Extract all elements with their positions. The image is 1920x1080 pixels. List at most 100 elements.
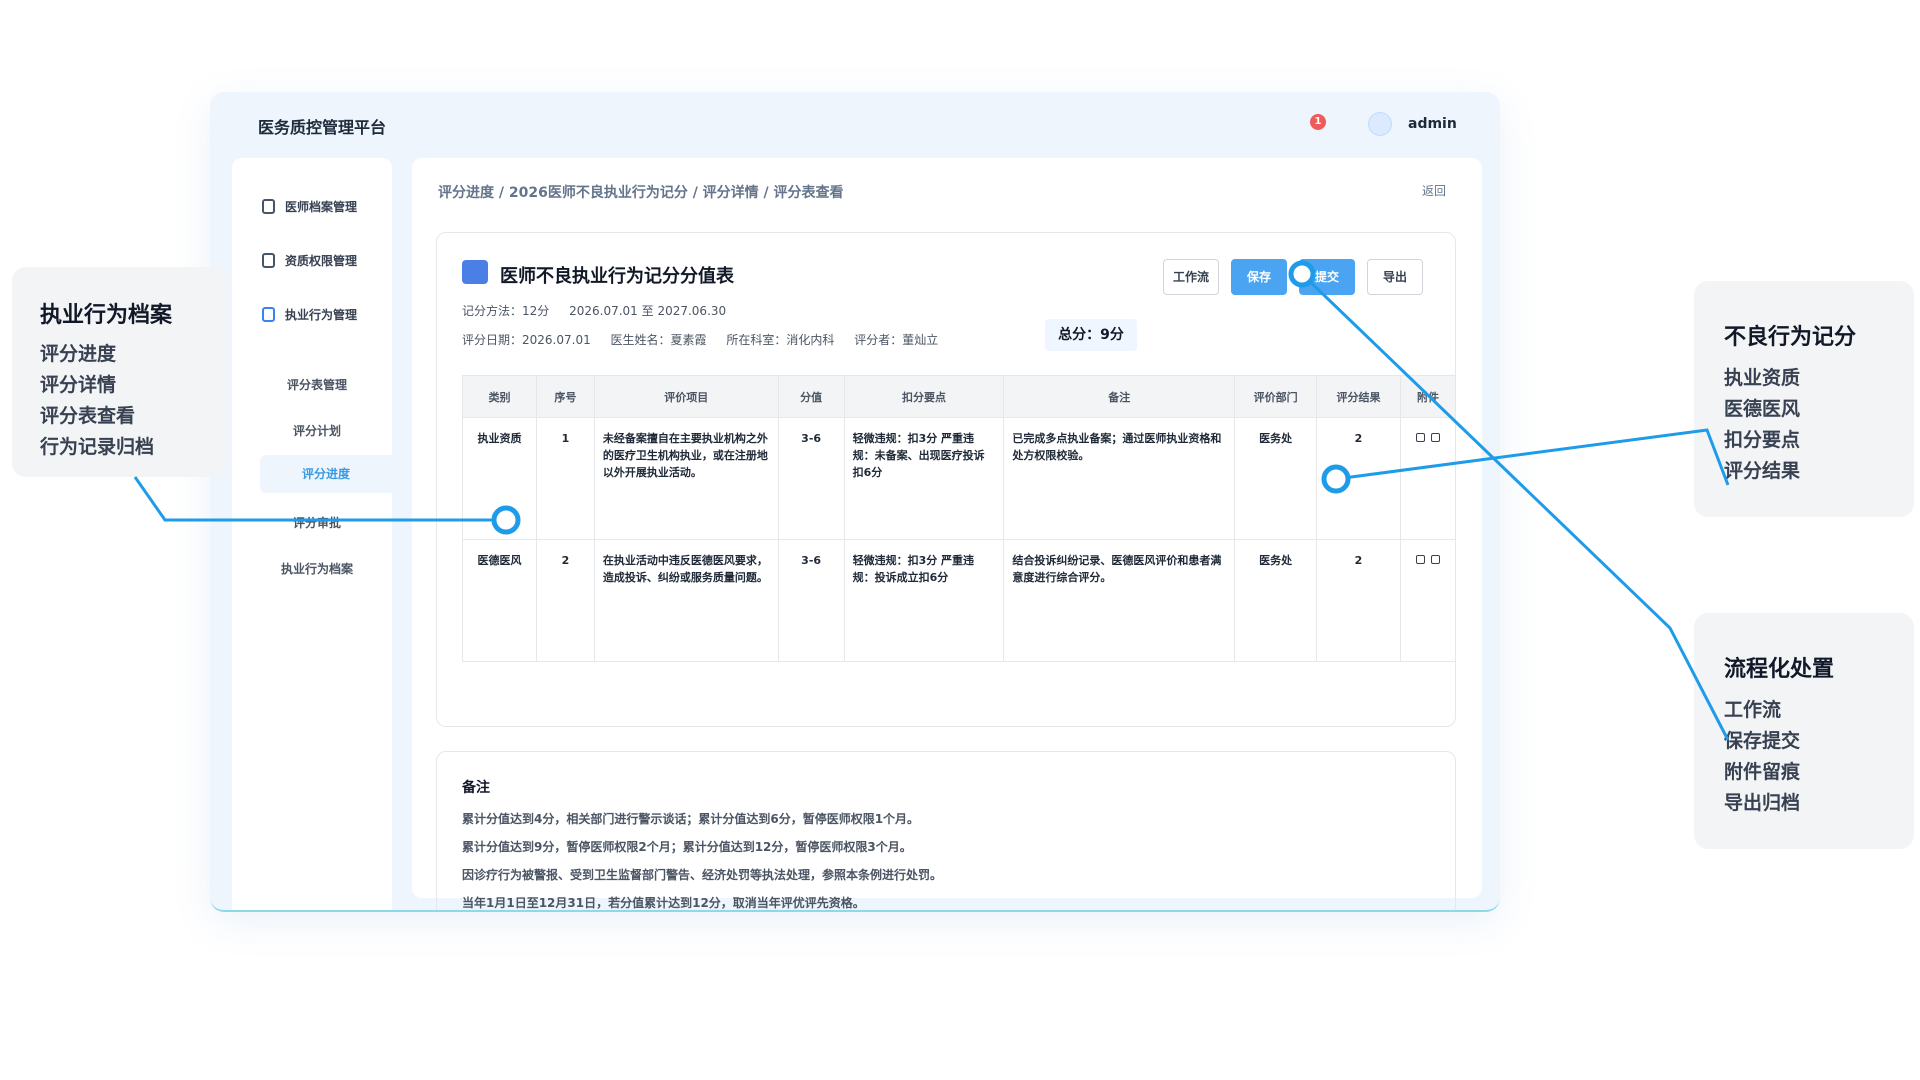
sidebar-subitem-score-tables[interactable]: 评分表管理: [232, 376, 392, 393]
callout-item: 评分结果: [1724, 460, 1801, 482]
cell-item: 未经备案擅自在主要执业机构之外的医疗卫生机构执业，或在注册地以外开展执业活动。: [593, 417, 779, 540]
cell-remark: 已完成多点执业备案；通过医师执业资格和处方权限校验。: [1003, 417, 1236, 540]
column-header: 分值: [777, 375, 845, 418]
cell-dept: 医务处: [1234, 539, 1318, 662]
back-link[interactable]: 返回: [1422, 182, 1446, 199]
callout-item: 执业资质: [1724, 367, 1801, 389]
callout-item: 工作流: [1724, 699, 1782, 721]
callout-items: 执业资质 医德医风 扣分要点 评分结果: [1724, 363, 1800, 487]
cell-result[interactable]: 2: [1316, 417, 1401, 540]
table-header-row: 类别 序号 评价项目 分值 扣分要点 备注 评价部门 评分结果 附件: [462, 375, 1457, 418]
workflow-button[interactable]: 工作流: [1163, 259, 1219, 295]
cell-item: 在执业活动中违反医德医风要求，造成投诉、纠纷或服务质量问题。: [593, 539, 779, 662]
callout-behavior-archive: 执业行为档案 评分进度 评分详情 评分表查看 行为记录归档: [12, 267, 227, 477]
score-table-card: 医师不良执业行为记分分值表 记分方法：12分 2026.07.01 至 2027…: [436, 232, 1457, 727]
score-period: 2026.07.01 至 2027.06.30: [569, 304, 727, 318]
export-button[interactable]: 导出: [1367, 259, 1423, 295]
document-icon: [262, 307, 275, 322]
table-row: 执业资质 1 未经备案擅自在主要执业机构之外的医疗卫生机构执业，或在注册地以外开…: [462, 417, 1457, 540]
score-method: 记分方法：12分 2026.07.01 至 2027.06.30: [462, 302, 742, 319]
callout-title: 执业行为档案: [40, 303, 173, 328]
doctor-name: 医生姓名：夏素霞: [610, 333, 707, 347]
cell-attachment: [1399, 417, 1457, 540]
cell-dept: 医务处: [1234, 417, 1318, 540]
cell-points: 轻微违规：扣3分 严重违规：投诉成立扣6分: [843, 539, 1005, 662]
method-label: 记分方法：12分: [462, 304, 550, 318]
card-title: 医师不良执业行为记分分值表: [500, 266, 734, 287]
app-window: 医务质控管理平台 1 admin 医师档案管理 资质权限管理 执业行为管理 评分…: [210, 92, 1500, 912]
callout-item: 行为记录归档: [40, 436, 155, 458]
callout-item: 评分表查看: [40, 405, 136, 427]
column-header: 扣分要点: [843, 375, 1005, 418]
eval-date: 评分日期：2026.07.01: [462, 333, 591, 347]
cell-attachment: [1399, 539, 1457, 662]
cell-category: 医德医风: [462, 539, 537, 662]
attachment-checkbox[interactable]: [1415, 555, 1425, 564]
column-header: 评分结果: [1316, 375, 1401, 418]
callout-item: 保存提交: [1724, 730, 1801, 752]
avatar[interactable]: [1368, 112, 1392, 136]
cell-score: 3-6: [777, 417, 845, 540]
page: 医务质控管理平台 1 admin 医师档案管理 资质权限管理 执业行为管理 评分…: [0, 0, 1920, 1080]
callout-item: 医德医风: [1724, 398, 1801, 420]
cell-result[interactable]: 2: [1316, 539, 1401, 662]
callout-item: 评分进度: [40, 343, 117, 365]
app-title: 医务质控管理平台: [258, 118, 387, 137]
department: 所在科室：消化内科: [726, 333, 835, 347]
sidebar-item-qualification[interactable]: 资质权限管理: [262, 252, 357, 269]
sidebar-item-practice-behavior[interactable]: 执业行为管理: [262, 306, 357, 323]
attachment-checkbox[interactable]: [1415, 433, 1425, 442]
main-panel: 评分进度 / 2026医师不良执业行为记分 / 评分详情 / 评分表查看 返回 …: [412, 158, 1482, 910]
cell-no: 1: [535, 417, 595, 540]
document-icon: [262, 253, 275, 268]
submit-button[interactable]: 提交: [1299, 259, 1355, 295]
note-line: 因诊疗行为被警报、受到卫生监督部门警告、经济处罚等执法处理，参照本条例进行处罚。: [462, 868, 943, 882]
cell-remark: 结合投诉纠纷记录、医德医风评价和患者满意度进行综合评分。: [1003, 539, 1236, 662]
sidebar-subitem-score-plan[interactable]: 评分计划: [232, 422, 392, 439]
callout-item: 扣分要点: [1724, 429, 1801, 451]
note-line: 当年1月1日至12月31日，若分值累计达到12分，取消当年评优评先资格。: [462, 896, 865, 910]
callout-title: 流程化处置: [1724, 657, 1835, 682]
form-icon: [462, 260, 488, 284]
callout-workflow-process: 流程化处置 工作流 保存提交 附件留痕 导出归档: [1694, 613, 1914, 849]
note-line: 累计分值达到9分，暂停医师权限2个月；累计分值达到12分，暂停医师权限3个月。: [462, 840, 912, 854]
callout-items: 评分进度 评分详情 评分表查看 行为记录归档: [40, 339, 154, 463]
note-line: 累计分值达到4分，相关部门进行警示谈话；累计分值达到6分，暂停医师权限1个月。: [462, 812, 920, 826]
save-button[interactable]: 保存: [1231, 259, 1287, 295]
sidebar-subitem-score-approval[interactable]: 评分审批: [232, 514, 392, 531]
cell-no: 2: [535, 539, 595, 662]
callout-bad-behavior-score: 不良行为记分 执业资质 医德医风 扣分要点 评分结果: [1694, 281, 1914, 517]
column-header: 类别: [462, 375, 537, 418]
cell-score: 3-6: [777, 539, 845, 662]
sidebar-subitem-behavior-archive[interactable]: 执业行为档案: [232, 560, 392, 577]
column-header: 备注: [1003, 375, 1236, 418]
column-header: 评价部门: [1234, 375, 1318, 418]
evaluator: 评分者：董灿立: [854, 333, 939, 347]
cell-points: 轻微违规：扣3分 严重违规：未备案、出现医疗投诉扣6分: [843, 417, 1005, 540]
notes-card: 备注 累计分值达到4分，相关部门进行警示谈话；累计分值达到6分，暂停医师权限1个…: [436, 751, 1456, 910]
column-header: 评价项目: [593, 375, 779, 418]
score-table: 类别 序号 评价项目 分值 扣分要点 备注 评价部门 评分结果 附件 执业资质 …: [462, 375, 1457, 662]
evaluation-info: 评分日期：2026.07.01 医生姓名：夏素霞 所在科室：消化内科 评分者：董…: [462, 331, 954, 348]
column-header: 序号: [535, 375, 595, 418]
total-score: 总分：9分: [1045, 319, 1137, 351]
sidebar-subitem-score-progress[interactable]: 评分进度: [260, 455, 392, 493]
sidebar-item-doctor-archives[interactable]: 医师档案管理: [262, 198, 357, 215]
sidebar-item-label: 执业行为管理: [285, 308, 358, 322]
username[interactable]: admin: [1408, 116, 1457, 132]
callout-title: 不良行为记分: [1724, 325, 1857, 350]
breadcrumb[interactable]: 评分进度 / 2026医师不良执业行为记分 / 评分详情 / 评分表查看: [438, 182, 844, 202]
callout-item: 附件留痕: [1724, 761, 1801, 783]
attachment-checkbox[interactable]: [1430, 555, 1440, 564]
table-row: 医德医风 2 在执业活动中违反医德医风要求，造成投诉、纠纷或服务质量问题。 3-…: [462, 539, 1457, 662]
sidebar-item-label: 资质权限管理: [285, 254, 358, 268]
document-icon: [262, 199, 275, 214]
notification-badge[interactable]: 1: [1310, 114, 1326, 130]
column-header: 附件: [1399, 375, 1457, 418]
callout-item: 导出归档: [1724, 792, 1801, 814]
sidebar: 医师档案管理 资质权限管理 执业行为管理 评分表管理 评分计划 评分进度 评分审…: [232, 158, 392, 910]
sidebar-item-label: 医师档案管理: [285, 200, 358, 214]
attachment-checkbox[interactable]: [1430, 433, 1440, 442]
callout-item: 评分详情: [40, 374, 117, 396]
notes-title: 备注: [462, 780, 490, 796]
